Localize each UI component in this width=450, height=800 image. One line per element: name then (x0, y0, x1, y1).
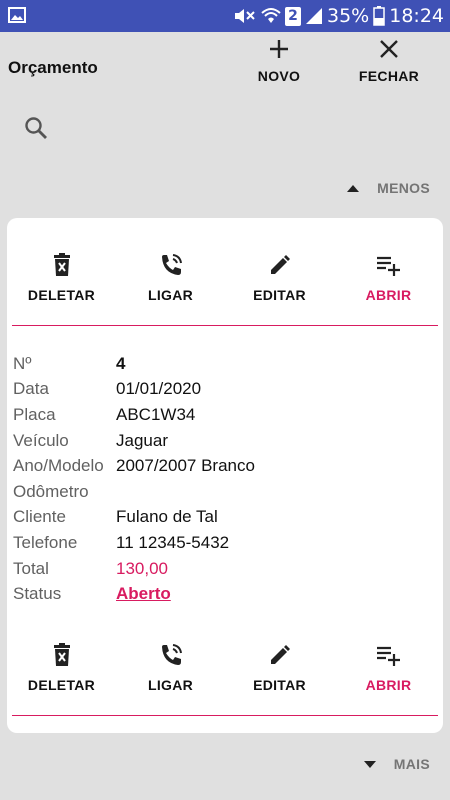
field-row-plate: Placa ABC1W34 (13, 402, 433, 428)
show-more-toggle[interactable]: MAIS (363, 756, 430, 772)
field-value: 01/01/2020 (116, 379, 202, 399)
call-label: LIGAR (147, 677, 194, 693)
field-row-year-model: Ano/Modelo 2007/2007 Branco (13, 453, 433, 479)
trash-icon (51, 253, 73, 277)
close-button-label: FECHAR (358, 68, 420, 84)
close-icon (378, 38, 400, 60)
edit-label: EDITAR (253, 677, 306, 693)
show-more-label: MAIS (393, 756, 430, 772)
open-button[interactable]: ABRIR (334, 643, 443, 709)
pencil-icon (268, 643, 292, 667)
status-bar: 2 35% 18:24 (0, 0, 450, 32)
edit-button[interactable]: EDITAR (225, 253, 334, 319)
field-label: Status (13, 584, 62, 604)
open-button[interactable]: ABRIR (334, 253, 443, 319)
search-icon (24, 116, 48, 140)
trash-icon (51, 643, 73, 667)
field-row-vehicle: Veículo Jaguar (13, 428, 433, 454)
page-title: Orçamento (8, 58, 98, 77)
mute-icon (233, 7, 257, 25)
search-button[interactable] (24, 116, 48, 140)
expand-arrow-icon (363, 760, 376, 768)
battery-icon (373, 6, 385, 26)
signal-icon (305, 7, 323, 25)
call-button[interactable]: LIGAR (116, 643, 225, 709)
close-button[interactable]: FECHAR (344, 38, 434, 98)
open-label: ABRIR (365, 677, 412, 693)
field-label: Telefone (13, 532, 78, 552)
field-row-date: Data 01/01/2020 (13, 377, 433, 403)
new-button[interactable]: NOVO (234, 38, 324, 98)
field-label: Nº (13, 353, 32, 373)
field-label: Ano/Modelo (13, 456, 104, 476)
sim-badge: 2 (285, 6, 301, 26)
edit-button[interactable]: EDITAR (225, 643, 334, 709)
card-actions-top: DELETAR LIGAR EDITAR ABRIR (7, 253, 443, 319)
field-row-phone: Telefone 11 12345-5432 (13, 530, 433, 556)
divider (12, 715, 438, 716)
budget-card: DELETAR LIGAR EDITAR ABRIR Nº 4 Data 01/… (7, 218, 443, 733)
delete-button[interactable]: DELETAR (7, 253, 116, 319)
field-row-number: Nº 4 (13, 351, 433, 377)
total-value: 130,00 (116, 558, 168, 578)
field-value: Fulano de Tal (116, 507, 218, 527)
field-value: 11 12345-5432 (116, 532, 230, 552)
field-row-odometer: Odômetro (13, 479, 433, 505)
field-row-client: Cliente Fulano de Tal (13, 505, 433, 531)
phone-icon (159, 253, 183, 277)
field-value: Jaguar (116, 430, 168, 450)
field-value: 4 (116, 353, 126, 373)
divider (12, 325, 438, 326)
field-label: Total (13, 558, 49, 578)
status-link[interactable]: Aberto (116, 584, 171, 604)
pencil-icon (268, 253, 292, 277)
field-value: ABC1W34 (116, 404, 196, 424)
collapse-arrow-icon (347, 184, 360, 192)
new-button-label: NOVO (257, 68, 301, 84)
open-label: ABRIR (365, 287, 412, 303)
show-less-label: MENOS (377, 180, 430, 196)
battery-percent: 35% (327, 5, 370, 27)
playlist-add-icon (375, 253, 403, 277)
field-value: 2007/2007 Branco (116, 456, 255, 476)
field-label: Data (13, 379, 49, 399)
delete-button[interactable]: DELETAR (7, 643, 116, 709)
call-button[interactable]: LIGAR (116, 253, 225, 319)
edit-label: EDITAR (253, 287, 306, 303)
field-row-total: Total 130,00 (13, 556, 433, 582)
call-label: LIGAR (147, 287, 194, 303)
phone-icon (159, 643, 183, 667)
gallery-icon (8, 7, 26, 23)
plus-icon (268, 38, 290, 60)
show-less-toggle[interactable]: MENOS (347, 180, 430, 196)
budget-details: Nº 4 Data 01/01/2020 Placa ABC1W34 Veícu… (13, 351, 433, 607)
card-actions-bottom: DELETAR LIGAR EDITAR ABRIR (7, 643, 443, 709)
delete-label: DELETAR (27, 287, 96, 303)
wifi-icon (261, 7, 281, 25)
field-row-status: Status Aberto (13, 581, 433, 607)
delete-label: DELETAR (27, 677, 96, 693)
field-label: Odômetro (13, 481, 89, 501)
clock: 18:24 (389, 5, 444, 27)
field-label: Placa (13, 404, 56, 424)
playlist-add-icon (375, 643, 403, 667)
field-label: Cliente (13, 507, 66, 527)
field-label: Veículo (13, 430, 69, 450)
